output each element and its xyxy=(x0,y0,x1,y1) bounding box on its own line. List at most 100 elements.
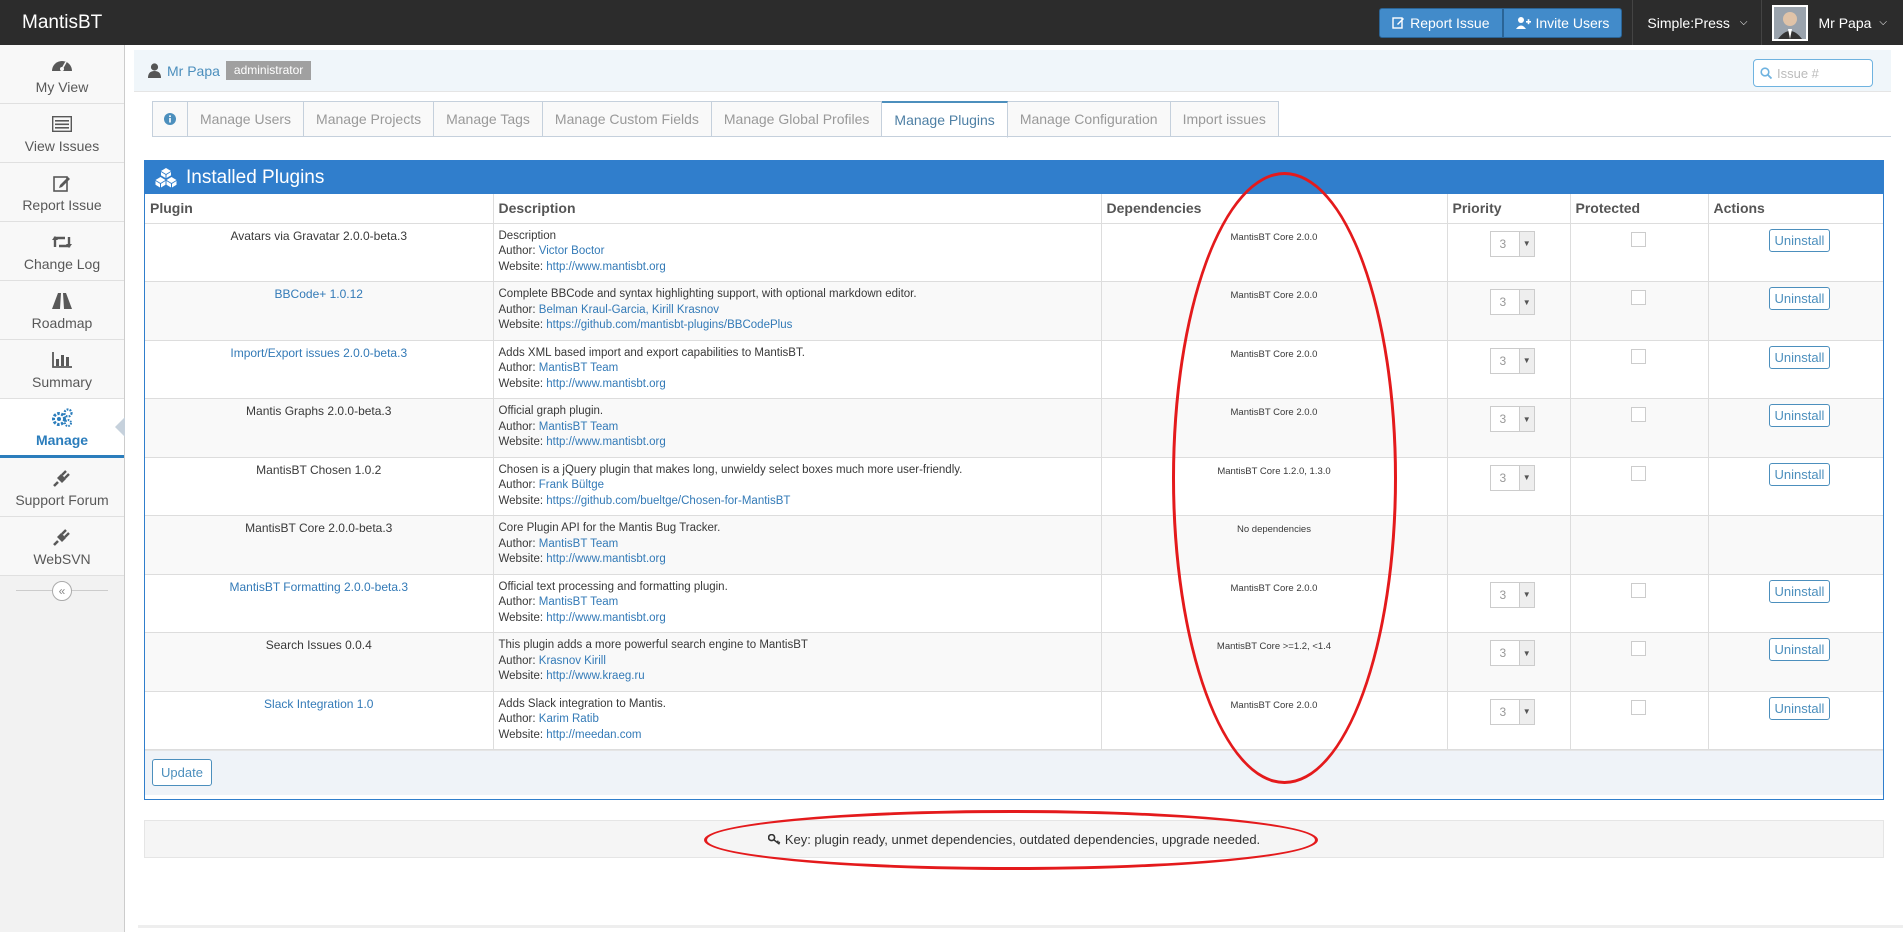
description-cell: Official graph plugin. Author: MantisBT T… xyxy=(493,398,1102,458)
uninstall-button[interactable]: Uninstall xyxy=(1768,696,1831,720)
sidebar-item-view-issues[interactable]: View Issues xyxy=(0,104,124,163)
widget-title: Installed Plugins xyxy=(186,166,325,188)
website-label: Website: xyxy=(498,436,547,448)
website-link[interactable]: http://www.mantisbt.org xyxy=(546,553,666,565)
sidebar-item-report-issue[interactable]: Report Issue xyxy=(0,163,124,222)
priority-cell: 3 ▼ xyxy=(1447,457,1571,516)
plugin-name[interactable]: BBCode+ 1.0.12 xyxy=(275,287,363,301)
report-issue-button[interactable]: Report Issue xyxy=(1379,7,1503,38)
author-label: Author: xyxy=(498,654,539,667)
author-link[interactable]: Karim Ratib xyxy=(539,713,599,725)
issue-search-input[interactable]: Issue # xyxy=(1753,59,1873,87)
sidebar-item-manage[interactable]: Manage xyxy=(0,399,125,458)
plugin-name-cell: Mantis Graphs 2.0.0-beta.3 xyxy=(145,398,494,458)
author-link[interactable]: MantisBT Team xyxy=(539,538,618,550)
user-menu[interactable]: Mr Papa ⌵ xyxy=(1762,0,1903,45)
plugin-name[interactable]: Import/Export issues 2.0.0-beta.3 xyxy=(230,346,407,360)
website-link[interactable]: http://www.mantisbt.org xyxy=(546,378,666,390)
dependencies-cell: MantisBT Core 2.0.0 xyxy=(1101,223,1448,282)
uninstall-button[interactable]: Uninstall xyxy=(1768,345,1831,369)
report-issue-label: Report Issue xyxy=(1410,14,1490,31)
manage-tabs: Manage Users Manage Projects Manage Tags… xyxy=(152,101,1279,138)
website-link[interactable]: https://github.com/mantisbt-plugins/BBCo… xyxy=(546,319,792,331)
priority-select[interactable]: 3 ▼ xyxy=(1489,464,1535,491)
author-link[interactable]: MantisBT Team xyxy=(539,596,618,608)
sidebar-item-summary[interactable]: Summary xyxy=(0,340,124,399)
priority-select[interactable]: 3 ▼ xyxy=(1489,289,1535,315)
author-link[interactable]: Krasnov Kirill xyxy=(539,655,606,667)
priority-select[interactable]: 3 ▼ xyxy=(1489,698,1535,725)
tab-manage-global-profiles[interactable]: Manage Global Profiles xyxy=(711,101,883,137)
uninstall-button[interactable]: Uninstall xyxy=(1768,404,1831,427)
priority-cell xyxy=(1447,515,1571,575)
protected-checkbox[interactable] xyxy=(1630,290,1646,305)
website-label: Website: xyxy=(498,553,547,565)
tab-manage-plugins[interactable]: Manage Plugins xyxy=(882,101,1008,138)
priority-value: 3 xyxy=(1499,587,1507,602)
uninstall-button[interactable]: Uninstall xyxy=(1768,228,1831,252)
tab-manage-users[interactable]: Manage Users xyxy=(188,101,305,137)
sidebar-item-label: View Issues xyxy=(24,137,100,154)
tab-manage-projects[interactable]: Manage Projects xyxy=(304,101,435,137)
priority-value: 3 xyxy=(1499,704,1507,719)
priority-select[interactable]: 3 ▼ xyxy=(1489,581,1535,608)
dependencies-cell: No dependencies xyxy=(1101,515,1448,575)
uninstall-button[interactable]: Uninstall xyxy=(1768,638,1831,661)
tab-info[interactable] xyxy=(152,101,188,137)
main-content: Mr Papa administrator Issue # Manage Use… xyxy=(125,45,1903,932)
priority-select[interactable]: 3 ▼ xyxy=(1489,406,1535,432)
tab-import-issues[interactable]: Import issues xyxy=(1170,101,1279,137)
website-link[interactable]: http://www.mantisbt.org xyxy=(546,261,666,273)
plugin-name-cell: Import/Export issues 2.0.0-beta.3 xyxy=(145,340,494,399)
tab-manage-tags[interactable]: Manage Tags xyxy=(434,101,543,137)
invite-users-button[interactable]: Invite Users xyxy=(1502,7,1623,38)
tab-manage-configuration[interactable]: Manage Configuration xyxy=(1007,101,1171,137)
author-link[interactable]: MantisBT Team xyxy=(539,362,618,374)
project-selector[interactable]: Simple:Press ⌵ xyxy=(1632,0,1763,45)
author-label: Author: xyxy=(498,713,539,725)
actions-cell: Uninstall xyxy=(1708,281,1883,341)
breadcrumb-user-link[interactable]: Mr Papa xyxy=(167,63,220,79)
protected-checkbox[interactable] xyxy=(1630,641,1646,656)
author-link[interactable]: MantisBT Team xyxy=(539,421,618,433)
sidebar-collapse-toggle[interactable]: « xyxy=(0,576,124,606)
sidebar-item-websvn[interactable]: WebSVN xyxy=(0,517,124,576)
website-link[interactable]: http://www.mantisbt.org xyxy=(546,612,666,624)
protected-checkbox[interactable] xyxy=(1630,231,1646,247)
table-row: Import/Export issues 2.0.0-beta.3 Adds XM… xyxy=(145,340,1883,399)
website-link[interactable]: http://meedan.com xyxy=(546,729,641,741)
uninstall-button[interactable]: Uninstall xyxy=(1768,462,1831,486)
chevron-down-icon: ▼ xyxy=(1518,290,1534,314)
author-label: Author: xyxy=(498,479,539,491)
website-link[interactable]: http://www.kraeg.ru xyxy=(546,670,644,682)
update-button[interactable]: Update xyxy=(152,759,212,786)
protected-checkbox[interactable] xyxy=(1630,407,1646,422)
author-link[interactable]: Belman Kraul-Garcia, Kirill Krasnov xyxy=(539,304,719,316)
priority-select[interactable]: 3 ▼ xyxy=(1489,230,1535,257)
uninstall-button[interactable]: Uninstall xyxy=(1768,579,1831,603)
priority-select[interactable]: 3 ▼ xyxy=(1489,347,1535,374)
author-link[interactable]: Frank Bültge xyxy=(539,479,604,491)
protected-checkbox[interactable] xyxy=(1630,465,1646,481)
installed-plugins-widget: Installed Plugins Plugin Description Dep… xyxy=(144,160,1884,800)
website-link[interactable]: https://github.com/bueltge/Chosen-for-Ma… xyxy=(546,495,790,507)
protected-checkbox[interactable] xyxy=(1630,699,1646,715)
search-placeholder: Issue # xyxy=(1777,65,1819,81)
sidebar-item-my-view[interactable]: My View xyxy=(0,45,124,104)
protected-checkbox[interactable] xyxy=(1630,348,1646,364)
uninstall-button[interactable]: Uninstall xyxy=(1768,287,1831,310)
priority-select[interactable]: 3 ▼ xyxy=(1489,640,1535,666)
sidebar-item-roadmap[interactable]: Roadmap xyxy=(0,281,124,340)
author-link[interactable]: Victor Boctor xyxy=(539,245,605,257)
sidebar-item-support-forum[interactable]: Support Forum xyxy=(0,458,124,517)
tab-manage-custom-fields[interactable]: Manage Custom Fields xyxy=(542,101,712,137)
plugin-name[interactable]: Slack Integration 1.0 xyxy=(264,697,373,711)
chevron-down-icon: ▼ xyxy=(1518,641,1534,665)
priority-value: 3 xyxy=(1499,646,1507,660)
sidebar-item-change-log[interactable]: Change Log xyxy=(0,222,124,281)
website-link[interactable]: http://www.mantisbt.org xyxy=(546,436,666,448)
plugin-description: Official text processing and formatting … xyxy=(498,580,728,593)
app-brand[interactable]: MantisBT xyxy=(0,12,125,34)
protected-checkbox[interactable] xyxy=(1630,582,1646,598)
plugin-name[interactable]: MantisBT Formatting 2.0.0-beta.3 xyxy=(229,580,408,594)
